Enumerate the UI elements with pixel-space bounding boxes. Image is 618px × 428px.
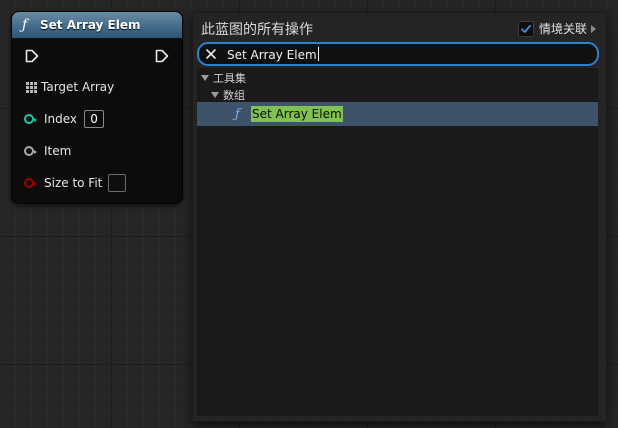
expand-arrow-icon[interactable] xyxy=(591,24,596,33)
size-to-fit-checkbox[interactable] xyxy=(108,174,127,192)
exec-out-pin-icon[interactable] xyxy=(155,49,169,63)
pin-size-to-fit[interactable]: Size to Fit xyxy=(24,173,127,193)
collapse-arrow-icon[interactable] xyxy=(201,75,209,81)
action-list[interactable]: 工具集 数组 ƒ Set Array Elem xyxy=(197,68,598,416)
node-title: Set Array Elem xyxy=(40,18,141,32)
pin-label-item: Item xyxy=(44,144,72,158)
action-item-set-array-elem[interactable]: ƒ Set Array Elem xyxy=(197,102,598,126)
category-label: 数组 xyxy=(223,89,245,102)
category-label: 工具集 xyxy=(213,72,246,85)
menu-title: 此蓝图的所有操作 xyxy=(201,22,313,38)
blueprint-graph-canvas[interactable]: ƒ Set Array Elem Target Array Index 0 It… xyxy=(0,0,618,428)
exec-in-pin-icon[interactable] xyxy=(25,49,39,63)
search-input[interactable]: Set Array Elem xyxy=(197,42,599,66)
category-utilities[interactable]: 工具集 xyxy=(197,69,602,87)
pin-label-size-to-fit: Size to Fit xyxy=(44,176,103,190)
index-input[interactable]: 0 xyxy=(84,110,105,128)
clear-search-icon[interactable] xyxy=(205,48,217,60)
array-pin-icon[interactable] xyxy=(26,81,37,93)
search-input-value: Set Array Elem xyxy=(227,46,319,62)
collapse-arrow-icon[interactable] xyxy=(211,92,219,98)
function-icon: ƒ xyxy=(235,106,240,122)
integer-pin-icon[interactable] xyxy=(24,114,37,124)
context-sensitive-label: 情境关联 xyxy=(538,22,587,36)
pin-label-index: Index xyxy=(44,112,78,126)
wildcard-pin-icon[interactable] xyxy=(24,146,37,156)
function-icon: ƒ xyxy=(22,17,28,33)
action-item-label: Set Array Elem xyxy=(251,106,343,122)
set-array-elem-node[interactable]: ƒ Set Array Elem Target Array Index 0 It… xyxy=(12,12,182,203)
pin-target-array[interactable]: Target Array xyxy=(24,77,114,97)
pin-item[interactable]: Item xyxy=(24,141,71,161)
boolean-pin-icon[interactable] xyxy=(24,178,37,188)
node-body: Target Array Index 0 Item Size to Fit xyxy=(12,39,182,203)
context-sensitive-checkbox[interactable] xyxy=(517,20,534,37)
context-sensitive-toggle[interactable]: 情境关联 xyxy=(517,20,596,37)
blueprint-action-menu: 此蓝图的所有操作 情境关联 Set Array Elem 工具集 数组 ƒ Se… xyxy=(192,12,607,422)
node-header[interactable]: ƒ Set Array Elem xyxy=(12,12,182,39)
checkmark-icon xyxy=(521,24,531,33)
pin-label-target-array: Target Array xyxy=(41,80,115,94)
pin-index[interactable]: Index 0 xyxy=(24,109,105,129)
text-caret xyxy=(317,46,319,61)
